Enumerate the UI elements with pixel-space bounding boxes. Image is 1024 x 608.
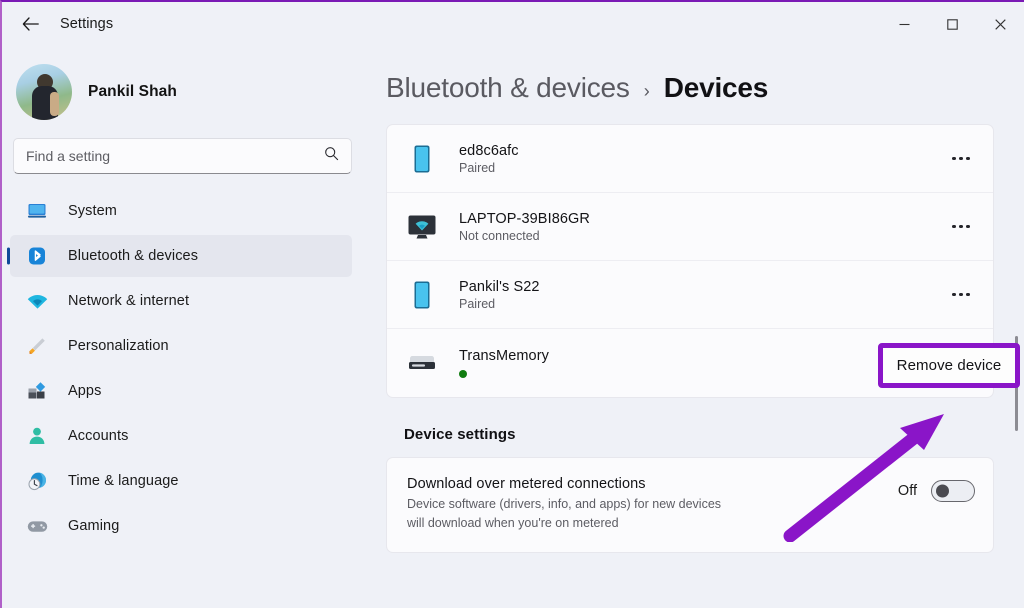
sidebar-item-label: System [68,203,117,219]
device-info: LAPTOP-39BI86GR Not connected [459,211,590,243]
remove-device-callout[interactable]: Remove device [878,343,1020,388]
search-icon [324,146,339,166]
drive-icon [405,346,439,380]
metered-toggle[interactable] [931,480,975,502]
device-status: Not connected [459,228,540,243]
page-title: Devices [663,72,769,103]
profile-section[interactable]: Pankil Shah [2,50,368,134]
minimize-button[interactable] [880,2,928,46]
main-content: Bluetooth & devices › Devices ed8c6afc P… [368,46,1024,608]
title-bar: Settings [2,2,1024,46]
monitor-wifi-icon [405,210,439,244]
table-row[interactable]: ed8c6afc Paired [387,125,993,193]
sidebar-item-label: Gaming [68,518,120,534]
metered-description: Device software (drivers, info, and apps… [407,497,722,531]
window-controls [880,2,1024,46]
sidebar-item-time-language[interactable]: Time & language [10,460,352,502]
metered-texts: Download over metered connections Device… [407,476,898,534]
breadcrumb-separator: › [643,81,650,101]
sidebar-item-network-internet[interactable]: Network & internet [10,280,352,322]
sidebar-item-bluetooth-devices[interactable]: Bluetooth & devices [10,235,352,277]
search-box[interactable] [13,138,352,174]
profile-name: Pankil Shah [88,83,177,100]
breadcrumb: Bluetooth & devices › Devices [386,46,994,124]
sidebar-item-label: Bluetooth & devices [68,248,199,264]
device-info: ed8c6afc Paired [459,143,519,175]
avatar [16,64,72,120]
metered-control: Off [898,476,975,502]
sidebar: Pankil Shah Find a setting System Blueto… [2,46,368,608]
device-info: TransMemory [459,348,549,378]
device-settings-card: Download over metered connections Device… [386,457,994,553]
phone-icon [405,278,439,312]
device-name: Pankil's S22 [459,278,540,295]
device-name: LAPTOP-39BI86GR [459,210,590,227]
breadcrumb-parent[interactable]: Bluetooth & devices [386,72,630,104]
phone-icon [405,142,439,176]
person-icon [26,425,48,447]
status-badge [459,370,467,378]
sidebar-item-personalization[interactable]: Personalization [10,325,352,367]
sidebar-nav: System Bluetooth & devices Network & int… [2,190,368,547]
device-name: ed8c6afc [459,142,519,159]
sidebar-item-accounts[interactable]: Accounts [10,415,352,457]
device-settings-heading: Device settings [404,426,516,443]
clock-globe-icon [26,470,48,492]
window-body: Pankil Shah Find a setting System Blueto… [2,46,1024,608]
table-row[interactable]: LAPTOP-39BI86GR Not connected [387,193,993,261]
more-options-icon[interactable] [943,141,979,177]
maximize-button[interactable] [928,2,976,46]
wifi-icon [26,290,48,312]
device-status: Paired [459,160,496,175]
search-input[interactable] [26,148,324,164]
bluetooth-icon [26,245,48,267]
paintbrush-icon [26,335,48,357]
device-status: Paired [459,296,496,311]
more-options-icon[interactable] [943,277,979,313]
back-button[interactable] [10,9,50,39]
sidebar-item-label: Time & language [68,473,179,489]
window-title: Settings [60,16,114,32]
sidebar-item-label: Accounts [68,428,129,444]
metered-title: Download over metered connections [407,476,646,492]
metered-connections-row: Download over metered connections Device… [387,458,993,552]
sidebar-item-apps[interactable]: Apps [10,370,352,412]
remove-device-label: Remove device [896,357,1002,374]
sidebar-item-label: Network & internet [68,293,190,309]
settings-window: Settings Pankil Shah Find a setting Syst… [0,0,1024,608]
device-name: TransMemory [459,348,549,364]
table-row[interactable]: Pankil's S22 Paired [387,261,993,329]
sidebar-item-label: Personalization [68,338,169,354]
sidebar-item-label: Apps [68,383,102,399]
apps-icon [26,380,48,402]
more-options-icon[interactable] [943,209,979,245]
sidebar-item-gaming[interactable]: Gaming [10,505,352,547]
close-button[interactable] [976,2,1024,46]
toggle-state-label: Off [897,483,917,499]
system-icon [26,200,48,222]
sidebar-item-system[interactable]: System [10,190,352,232]
gamepad-icon [26,515,48,537]
search-section [2,134,368,174]
device-info: Pankil's S22 Paired [459,279,540,311]
